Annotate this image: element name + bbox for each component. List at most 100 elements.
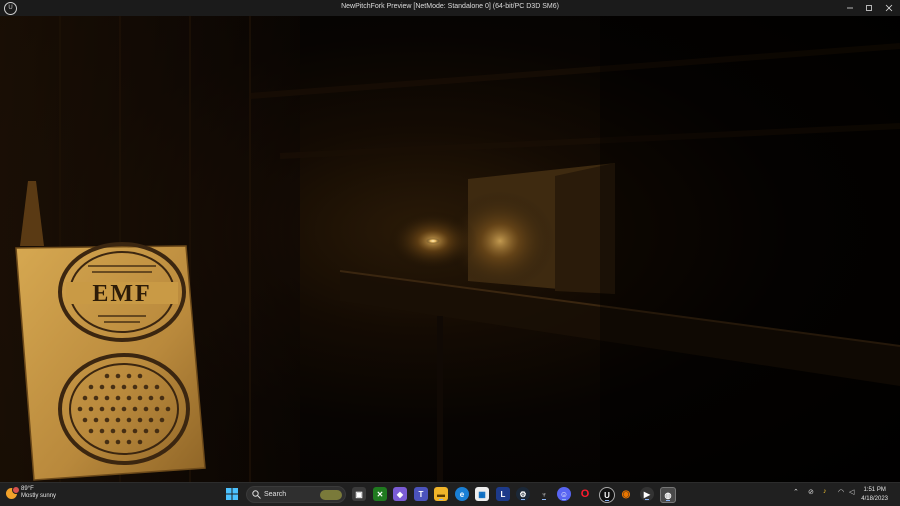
blender-icon: ◉ bbox=[621, 488, 631, 500]
speaker-hole bbox=[143, 406, 149, 412]
media-player-icon: ▶ bbox=[643, 489, 651, 499]
clock-date: 4/18/2023 bbox=[861, 496, 888, 502]
task-view-icon: ▣ bbox=[355, 489, 363, 499]
speaker-hole bbox=[82, 417, 88, 423]
file-explorer-button[interactable]: ▬ bbox=[434, 487, 448, 501]
volume-icon[interactable]: ◁ bbox=[849, 488, 854, 496]
speaker-hole bbox=[132, 406, 138, 412]
copilot-icon: ◆ bbox=[396, 489, 404, 499]
weather-widget[interactable]: 89°F Mostly sunny bbox=[6, 485, 57, 500]
speaker-hole bbox=[126, 373, 132, 379]
windows-taskbar: 89°F Mostly sunny Search ▣ ✕ ◆ T ▬ e ▦ L… bbox=[0, 482, 900, 506]
speaker-hole bbox=[137, 373, 143, 379]
speaker-hole bbox=[126, 439, 132, 445]
blender-button[interactable]: ◉ bbox=[619, 487, 633, 501]
search-icon bbox=[252, 490, 261, 499]
xbox-button[interactable]: ✕ bbox=[373, 487, 387, 501]
search-box[interactable]: Search bbox=[246, 486, 346, 503]
window-titlebar[interactable]: U NewPitchFork Preview [NetMode: Standal… bbox=[0, 0, 900, 16]
maximize-icon bbox=[866, 5, 872, 11]
wifi-icon[interactable]: ◠ bbox=[838, 488, 844, 496]
microsoft-store-button[interactable]: ▦ bbox=[475, 487, 489, 501]
edge-icon: e bbox=[459, 489, 465, 499]
speaker-hole bbox=[104, 439, 110, 445]
close-button[interactable] bbox=[879, 0, 899, 16]
copilot-button[interactable]: ◆ bbox=[393, 487, 407, 501]
maximize-button[interactable] bbox=[859, 0, 879, 16]
discord-button[interactable]: ☺ bbox=[557, 487, 571, 501]
speaker-hole bbox=[115, 417, 121, 423]
chevron-up-icon[interactable]: ⌃ bbox=[793, 488, 799, 496]
speaker-hole bbox=[110, 384, 116, 390]
edge-button[interactable]: e bbox=[455, 487, 469, 501]
start-button[interactable] bbox=[225, 487, 239, 501]
window-title: NewPitchFork Preview [NetMode: Standalon… bbox=[341, 3, 559, 10]
network-off-icon[interactable]: ⊘ bbox=[808, 488, 814, 496]
speaker-hole bbox=[77, 406, 83, 412]
speaker-hole bbox=[121, 384, 127, 390]
search-highlight-icon bbox=[320, 490, 342, 500]
weather-sun-icon bbox=[6, 485, 20, 499]
speaker-hole bbox=[121, 406, 127, 412]
speaker-hole bbox=[93, 395, 99, 401]
unreal-editor-button[interactable]: ◍ bbox=[660, 487, 676, 503]
speaker-hole bbox=[154, 428, 160, 434]
game-button[interactable]: ♆ bbox=[537, 487, 551, 501]
task-view-button[interactable]: ▣ bbox=[352, 487, 366, 501]
speaker-hole bbox=[115, 395, 121, 401]
system-clock[interactable]: 1:51 PM 4/18/2023 bbox=[861, 486, 888, 504]
unreal-engine-button[interactable]: U bbox=[599, 487, 615, 503]
emf-sign-text: EMF bbox=[92, 281, 151, 307]
clock-time: 1:51 PM bbox=[863, 487, 886, 493]
speaker-hole bbox=[148, 395, 154, 401]
speaker-hole bbox=[110, 406, 116, 412]
opera-gx-icon: O bbox=[580, 488, 590, 500]
steam-button[interactable]: ⚙ bbox=[516, 487, 530, 501]
speaker-hole bbox=[132, 428, 138, 434]
microphone-icon[interactable]: ♪ bbox=[823, 488, 827, 495]
speaker-hole bbox=[88, 384, 94, 390]
speaker-hole bbox=[154, 384, 160, 390]
launcher-icon: L bbox=[500, 489, 506, 499]
steam-icon: ⚙ bbox=[519, 489, 527, 499]
weather-condition: Mostly sunny bbox=[21, 493, 57, 499]
speaker-hole bbox=[121, 428, 127, 434]
speaker-hole bbox=[104, 417, 110, 423]
opera-gx-button[interactable]: O bbox=[578, 487, 592, 501]
speaker-hole bbox=[126, 395, 132, 401]
game-scene: EMF bbox=[0, 16, 900, 482]
game-icon: ♆ bbox=[541, 489, 547, 499]
speaker-hole bbox=[99, 384, 105, 390]
speaker-hole bbox=[104, 395, 110, 401]
speaker-hole bbox=[115, 439, 121, 445]
microsoft-store-icon: ▦ bbox=[478, 489, 486, 499]
speaker-hole bbox=[88, 406, 94, 412]
media-player-button[interactable]: ▶ bbox=[640, 487, 654, 501]
speaker-hole bbox=[137, 439, 143, 445]
speaker-hole bbox=[159, 417, 165, 423]
speaker-hole bbox=[82, 395, 88, 401]
minimize-icon bbox=[847, 7, 853, 9]
start-icon bbox=[226, 488, 238, 500]
speaker-hole bbox=[137, 417, 143, 423]
speaker-hole bbox=[99, 428, 105, 434]
speaker-hole bbox=[93, 417, 99, 423]
close-icon bbox=[885, 4, 893, 12]
xbox-icon: ✕ bbox=[376, 489, 384, 499]
speaker-hole bbox=[148, 417, 154, 423]
speaker-hole bbox=[88, 428, 94, 434]
speaker-hole bbox=[126, 417, 132, 423]
unreal-editor-icon: ◍ bbox=[664, 490, 672, 500]
unreal-engine-icon: U bbox=[604, 490, 610, 500]
speaker-hole bbox=[143, 384, 149, 390]
speaker-hole bbox=[110, 428, 116, 434]
teams-button[interactable]: T bbox=[414, 487, 428, 501]
launcher-button[interactable]: L bbox=[496, 487, 510, 501]
weather-temperature: 89°F bbox=[21, 486, 34, 492]
speaker-hole bbox=[137, 395, 143, 401]
file-explorer-icon: ▬ bbox=[437, 489, 445, 499]
minimize-button[interactable] bbox=[840, 0, 860, 16]
game-viewport[interactable]: EMF bbox=[0, 16, 900, 482]
speaker-hole bbox=[165, 406, 171, 412]
teams-icon: T bbox=[418, 489, 424, 499]
